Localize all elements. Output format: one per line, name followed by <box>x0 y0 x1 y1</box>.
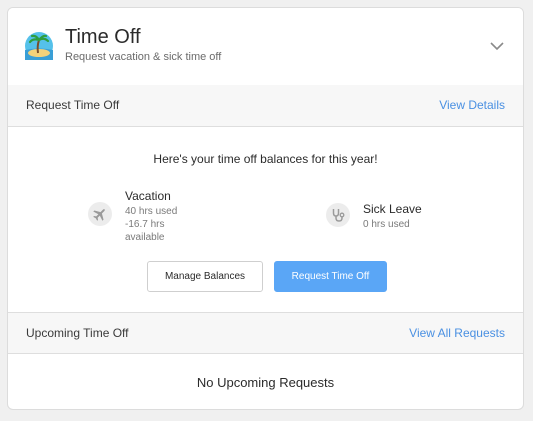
time-off-card: Time Off Request vacation & sick time of… <box>7 7 524 410</box>
no-upcoming-requests-text: No Upcoming Requests <box>196 375 335 390</box>
upcoming-time-off-bar: Upcoming Time Off View All Requests <box>8 312 523 354</box>
manage-balances-button[interactable]: Manage Balances <box>147 261 263 292</box>
upcoming-section-label: Upcoming Time Off <box>26 326 129 340</box>
sick-leave-label: Sick Leave <box>363 202 422 216</box>
view-all-requests-link[interactable]: View All Requests <box>409 326 505 340</box>
sick-leave-used: 0 hrs used <box>363 219 410 230</box>
chevron-down-icon[interactable] <box>489 38 505 54</box>
vacation-label: Vacation <box>125 189 171 203</box>
request-time-off-bar: Request Time Off View Details <box>8 85 523 127</box>
request-time-off-button[interactable]: Request Time Off <box>274 261 387 292</box>
vacation-used: 40 hrs used <box>125 206 178 217</box>
stethoscope-icon <box>326 203 350 227</box>
vacation-available-label: available <box>125 232 165 243</box>
vacation-available-hours: -16.7 hrs <box>125 219 165 230</box>
request-section-label: Request Time Off <box>26 98 120 112</box>
card-header[interactable]: Time Off Request vacation & sick time of… <box>8 8 523 86</box>
airplane-icon <box>88 202 112 226</box>
card-subtitle: Request vacation & sick time off <box>65 51 222 63</box>
balances-heading: Here's your time off balances for this y… <box>153 152 378 166</box>
beach-icon <box>25 32 53 60</box>
card-title: Time Off <box>65 26 141 48</box>
view-details-link[interactable]: View Details <box>439 98 505 112</box>
